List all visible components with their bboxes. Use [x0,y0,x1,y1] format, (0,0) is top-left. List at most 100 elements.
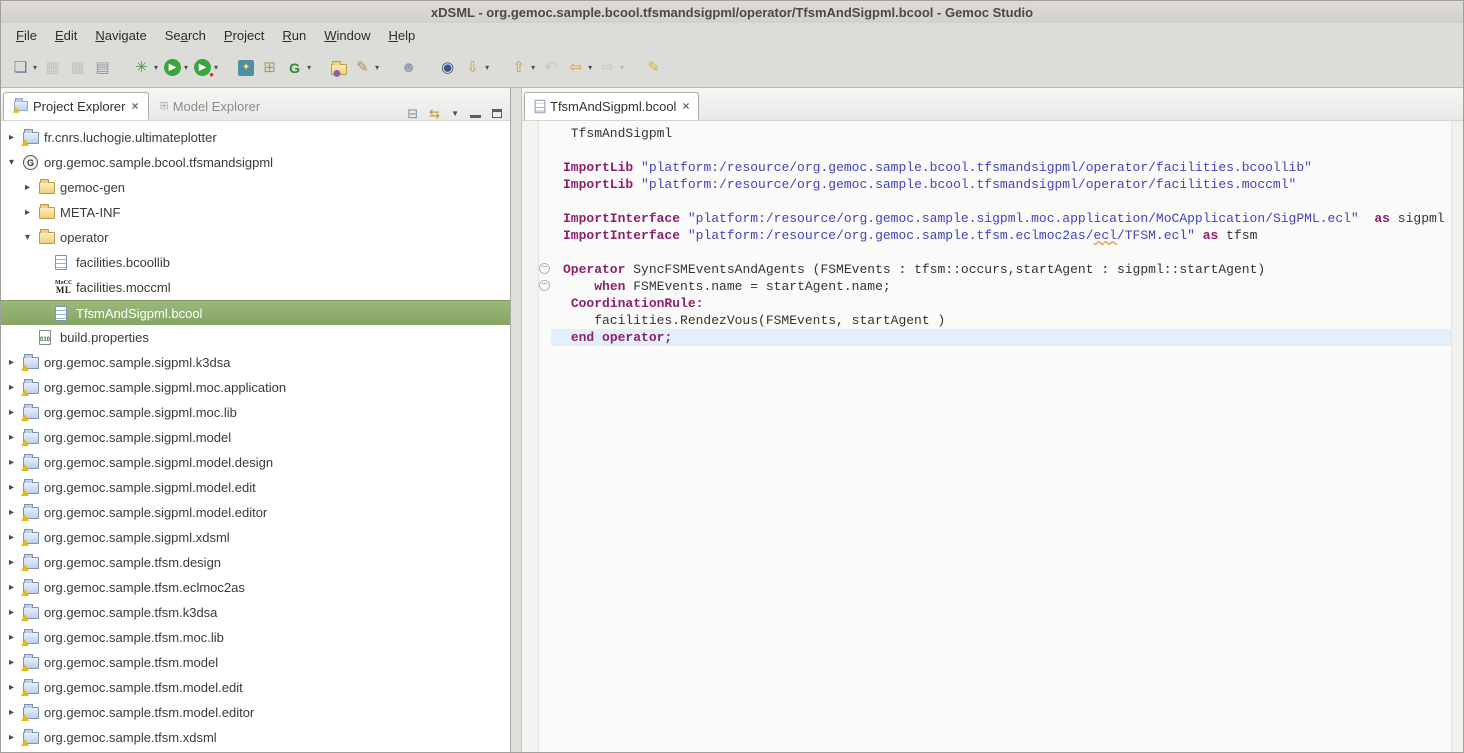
menu-run[interactable]: Run [273,25,315,46]
dropdown-arrow-icon[interactable]: ▾ [485,63,489,72]
close-editor-tab-icon[interactable]: × [682,99,689,113]
code-line[interactable]: ImportLib "platform:/resource/org.gemoc.… [551,159,1451,176]
person-icon: ☻ [399,58,418,77]
dropdown-arrow-icon[interactable]: ▾ [154,63,158,72]
tab-model-explorer[interactable]: ⊞ Model Explorer [151,92,274,120]
expand-arrow-icon[interactable]: ▸ [25,207,39,218]
tree-item[interactable]: ▾Gorg.gemoc.sample.bcool.tfsmandsigpml [1,150,510,175]
new-grid-button[interactable]: ⊞ [258,55,281,81]
link-with-editor-icon[interactable]: ⇆ [429,107,440,120]
tree-item[interactable]: MoCCMLfacilities.moccml [1,275,510,300]
annotation-ruler[interactable] [522,121,539,752]
dropdown-arrow-icon[interactable]: ▾ [184,63,188,72]
import-button[interactable]: ⇩▾ [461,55,491,81]
expand-arrow-icon[interactable]: ▾ [9,157,23,168]
tab-project-explorer[interactable]: Project Explorer × [3,92,149,120]
tree-item[interactable]: ▸gemoc-gen [1,175,510,200]
tree-item[interactable]: 010build.properties [1,325,510,350]
overview-ruler[interactable] [1451,121,1463,752]
print-button[interactable]: ▤ [91,55,114,81]
new-wizard-button[interactable]: ❏▾ [9,55,39,81]
code-editor[interactable]: TfsmAndSigpml ImportLib "platform:/resou… [539,121,1451,752]
brush-button[interactable]: ✎▾ [351,55,381,81]
fold-marker-icon[interactable]: − [539,263,550,274]
dropdown-arrow-icon[interactable]: ▾ [531,63,535,72]
code-line[interactable]: facilities.RendezVous(FSMEvents, startAg… [551,312,1451,329]
tree-item[interactable]: ▸org.gemoc.sample.tfsm.moc.lib [1,625,510,650]
tree-item[interactable]: ▸org.gemoc.sample.tfsm.design [1,550,510,575]
tree-item[interactable]: ▸org.gemoc.sample.sigpml.model.edit [1,475,510,500]
menu-navigate[interactable]: Navigate [86,25,155,46]
dropdown-arrow-icon[interactable]: ▾ [33,63,37,72]
editor-tab-label: TfsmAndSigpml.bcool [550,99,676,114]
save-icon: ▦ [43,58,62,77]
dropdown-arrow-icon[interactable]: ▾ [307,63,311,72]
tree-item[interactable]: ▾operator [1,225,510,250]
new-view-button[interactable]: ✦ [236,55,256,81]
file-icon [55,255,67,270]
debug-button[interactable]: ✳▾ [130,55,160,81]
expand-arrow-icon[interactable]: ▸ [25,182,39,193]
next-annotation-button[interactable]: ⇧▾ [507,55,537,81]
menu-edit[interactable]: Edit [46,25,86,46]
tree-item[interactable]: ▸org.gemoc.sample.sigpml.xdsml [1,525,510,550]
tab-editor-tfsmandsigpml[interactable]: TfsmAndSigpml.bcool × [524,92,699,120]
tree-item[interactable]: ▸org.gemoc.sample.tfsm.model.editor [1,700,510,725]
dropdown-arrow-icon[interactable]: ▾ [214,63,218,72]
save-button: ▦ [41,55,64,81]
menu-help[interactable]: Help [379,25,424,46]
dropdown-arrow-icon[interactable]: ▾ [620,63,624,72]
tree-item[interactable]: ▸META-INF [1,200,510,225]
minimize-icon[interactable] [470,115,481,118]
run-button[interactable]: ▶▾ [162,55,190,81]
open-model-folder-button[interactable]: ● [329,55,349,81]
code-line[interactable]: TfsmAndSigpml [551,125,1451,142]
fold-marker-icon[interactable]: − [539,280,550,291]
mark-occurrences-button[interactable]: ✎ [642,55,665,81]
tree-item[interactable]: ▸org.gemoc.sample.tfsm.model [1,650,510,675]
tree-item[interactable]: facilities.bcoollib [1,250,510,275]
tree-item-label: org.gemoc.sample.bcool.tfsmandsigpml [44,155,273,170]
tree-item[interactable]: ▸org.gemoc.sample.sigpml.moc.application [1,375,510,400]
tree-item[interactable]: ▸org.gemoc.sample.sigpml.moc.lib [1,400,510,425]
panel-sash[interactable] [511,88,521,752]
tree-item[interactable]: ▸fr.cnrs.luchogie.ultimateplotter [1,125,510,150]
tree-item[interactable]: TfsmAndSigpml.bcool [1,300,510,325]
dropdown-arrow-icon[interactable]: ▾ [375,63,379,72]
close-tab-icon[interactable]: × [131,99,138,113]
code-line[interactable]: end operator; [551,329,1451,346]
person-button[interactable]: ☻ [397,55,420,81]
code-line[interactable]: CoordinationRule: [551,295,1451,312]
code-line[interactable] [551,193,1451,210]
tree-item[interactable]: ▸org.gemoc.sample.sigpml.model.editor [1,500,510,525]
tree-item[interactable]: ▸org.gemoc.sample.tfsm.k3dsa [1,600,510,625]
tree-item[interactable]: ▸org.gemoc.sample.tfsm.xdsml [1,725,510,750]
project-tree: ▸fr.cnrs.luchogie.ultimateplotter▾Gorg.g… [1,121,510,752]
tree-item[interactable]: ▸org.gemoc.sample.sigpml.k3dsa [1,350,510,375]
generate-button[interactable]: G▾ [283,55,313,81]
collapse-all-icon[interactable]: ⊟ [407,107,418,120]
tree-item[interactable]: ▸org.gemoc.sample.tfsm.eclmoc2as [1,575,510,600]
code-line[interactable]: −Operator SyncFSMEventsAndAgents (FSMEve… [551,261,1451,278]
menu-project[interactable]: Project [215,25,273,46]
menu-file[interactable]: File [7,25,46,46]
view-menu-icon[interactable]: ▼ [451,110,459,118]
code-line[interactable]: ImportInterface "platform:/resource/org.… [551,227,1451,244]
tree-item[interactable]: ▸org.gemoc.sample.sigpml.model [1,425,510,450]
tree-item[interactable]: ▸org.gemoc.sample.sigpml.model.design [1,450,510,475]
code-line[interactable]: ImportInterface "platform:/resource/org.… [551,210,1451,227]
code-line[interactable] [551,244,1451,261]
menu-window[interactable]: Window [315,25,379,46]
back-button[interactable]: ⇦▾ [564,55,594,81]
file-icon [55,306,67,321]
expand-arrow-icon[interactable]: ▾ [25,232,39,243]
code-line[interactable]: ImportLib "platform:/resource/org.gemoc.… [551,176,1451,193]
code-line[interactable] [551,142,1451,159]
maximize-icon[interactable] [492,109,502,118]
tree-item[interactable]: ▸org.gemoc.sample.tfsm.model.edit [1,675,510,700]
code-line[interactable]: − when FSMEvents.name = startAgent.name; [551,278,1451,295]
run-config-button[interactable]: ▶●▾ [192,55,220,81]
menu-search[interactable]: Search [156,25,215,46]
dropdown-arrow-icon[interactable]: ▾ [588,63,592,72]
web-browser-button[interactable]: ◉ [436,55,459,81]
